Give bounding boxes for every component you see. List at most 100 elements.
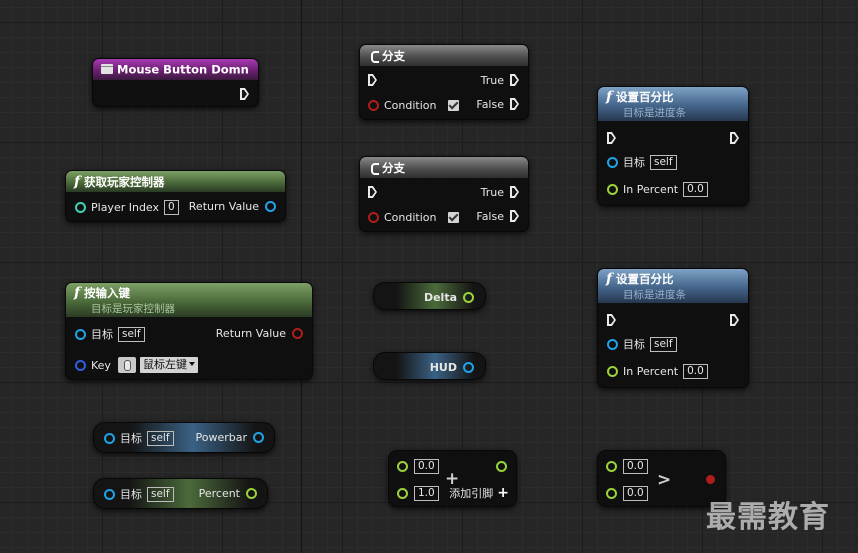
condition-label: Condition	[384, 98, 437, 112]
target-label: 目标	[120, 488, 142, 501]
in-percent-pin[interactable]	[607, 183, 618, 195]
input-a-value[interactable]: 0.0	[414, 458, 439, 474]
condition-checkbox[interactable]	[447, 211, 459, 223]
add-pin-button[interactable]: 添加引脚 +	[449, 485, 509, 501]
mouse-button-event-node[interactable]: Mouse Button Domn	[92, 58, 259, 107]
exec-in-pin[interactable]	[607, 314, 616, 326]
set-percent-node-1-header[interactable]: f 设置百分比 目标是进度条	[598, 87, 748, 121]
target-label: 目标	[623, 156, 645, 169]
true-label: True	[480, 185, 504, 199]
input-a-value[interactable]: 0.0	[623, 458, 648, 474]
chevron-down-icon	[188, 362, 195, 366]
set-percent-node-1-title: 设置百分比	[616, 90, 674, 104]
player-index-label: Player Index	[91, 200, 160, 214]
watermark-text: 最需教育	[706, 500, 830, 535]
branch-node-1-header[interactable]: 分支	[360, 45, 528, 66]
key-value: 鼠标左键	[142, 358, 187, 371]
target-pin[interactable]	[104, 432, 115, 444]
input-b-pin[interactable]	[397, 487, 408, 499]
add-float-node[interactable]: 0.0 1.0 + 添加引脚 +	[388, 450, 517, 507]
false-label: False	[476, 97, 504, 111]
key-selector-button[interactable]	[117, 357, 136, 373]
true-exec-pin[interactable]	[510, 74, 519, 86]
target-value: self	[650, 336, 677, 352]
target-pin[interactable]	[607, 338, 618, 350]
exec-in-pin[interactable]	[368, 74, 377, 86]
input-b-value[interactable]: 1.0	[414, 485, 439, 501]
mouse-node-title: Mouse Button Domn	[117, 62, 249, 77]
input-b-pin[interactable]	[606, 487, 617, 499]
mouse-node-header[interactable]: Mouse Button Domn	[93, 59, 258, 80]
graph-divider-line	[301, 0, 302, 553]
branch-icon	[368, 50, 379, 63]
player-index-input[interactable]: 0	[164, 199, 179, 215]
in-percent-label: In Percent	[623, 364, 679, 378]
return-value-label: Return Value	[188, 199, 259, 213]
true-label: True	[480, 73, 504, 87]
input-b-value[interactable]: 0.0	[623, 485, 648, 501]
in-percent-input[interactable]: 0.0	[683, 181, 708, 197]
set-percent-node-2-title: 设置百分比	[616, 272, 674, 286]
bool-output-pin[interactable]	[706, 474, 715, 484]
target-value: self	[118, 326, 145, 342]
function-icon: f	[74, 174, 81, 190]
input-a-pin[interactable]	[606, 460, 617, 472]
exec-out-pin[interactable]	[240, 88, 249, 100]
player-index-pin[interactable]	[75, 201, 86, 213]
target-label: 目标	[120, 432, 142, 445]
branch-node-1[interactable]: 分支 True Condition False	[359, 44, 529, 120]
return-value-label: Return Value	[215, 326, 286, 340]
get-player-controller-node[interactable]: f 获取玩家控制器 Player Index 0 Return Value	[65, 170, 286, 222]
branch-node-2[interactable]: 分支 True Condition False	[359, 156, 529, 232]
exec-out-pin[interactable]	[730, 314, 739, 326]
set-percent-node-2-header[interactable]: f 设置百分比 目标是进度条	[598, 269, 748, 303]
target-pin[interactable]	[104, 488, 115, 500]
condition-pin[interactable]	[368, 99, 379, 111]
delta-label: Delta	[423, 290, 457, 304]
is-input-key-down-header[interactable]: f 按输入键 目标是玩家控制器	[66, 283, 312, 317]
delta-variable-node[interactable]: Delta	[373, 282, 486, 310]
target-value: self	[147, 486, 174, 502]
target-pin[interactable]	[607, 156, 618, 168]
set-percent-node-2[interactable]: f 设置百分比 目标是进度条 目标 self In Percent 0.0	[597, 268, 749, 388]
key-dropdown[interactable]: 鼠标左键	[139, 357, 198, 373]
percent-output-pin[interactable]	[246, 487, 257, 499]
true-exec-pin[interactable]	[510, 186, 519, 198]
add-pin-label: 添加引脚	[449, 487, 494, 500]
branch-icon	[368, 162, 379, 175]
branch-node-2-header[interactable]: 分支	[360, 157, 528, 178]
in-percent-pin[interactable]	[607, 365, 618, 377]
set-percent-node-1[interactable]: f 设置百分比 目标是进度条 目标 self In Percent 0.0	[597, 86, 749, 206]
hud-variable-node[interactable]: HUD	[373, 352, 486, 380]
powerbar-getter-node[interactable]: 目标 self Powerbar	[93, 422, 275, 453]
percent-getter-node[interactable]: 目标 self Percent	[93, 478, 268, 509]
condition-checkbox[interactable]	[447, 99, 459, 111]
false-exec-pin[interactable]	[510, 98, 519, 110]
in-percent-input[interactable]: 0.0	[683, 363, 708, 379]
input-a-pin[interactable]	[397, 460, 408, 472]
is-input-key-down-node[interactable]: f 按输入键 目标是玩家控制器 目标 self Return Value Key 鼠…	[65, 282, 313, 380]
target-value: self	[147, 430, 174, 446]
powerbar-label: Powerbar	[195, 430, 247, 444]
exec-in-pin[interactable]	[368, 186, 377, 198]
get-player-controller-header[interactable]: f 获取玩家控制器	[66, 171, 285, 192]
exec-out-pin[interactable]	[730, 132, 739, 144]
delta-output-pin[interactable]	[463, 291, 474, 303]
condition-pin[interactable]	[368, 211, 379, 223]
return-value-pin[interactable]	[292, 327, 303, 339]
key-pin[interactable]	[75, 359, 86, 371]
hud-output-pin[interactable]	[463, 361, 474, 373]
exec-in-pin[interactable]	[607, 132, 616, 144]
key-label: Key	[91, 358, 111, 372]
greater-than-operator: >	[657, 470, 672, 490]
powerbar-output-pin[interactable]	[253, 431, 264, 443]
branch-node-2-title: 分支	[382, 161, 405, 175]
false-exec-pin[interactable]	[510, 210, 519, 222]
return-value-pin[interactable]	[265, 200, 276, 212]
function-icon: f	[74, 285, 81, 301]
add-output-pin[interactable]	[496, 460, 507, 472]
set-percent-node-1-subtitle: 目标是进度条	[623, 107, 686, 119]
target-pin[interactable]	[75, 328, 86, 340]
target-label: 目标	[623, 338, 645, 351]
false-label: False	[476, 209, 504, 223]
